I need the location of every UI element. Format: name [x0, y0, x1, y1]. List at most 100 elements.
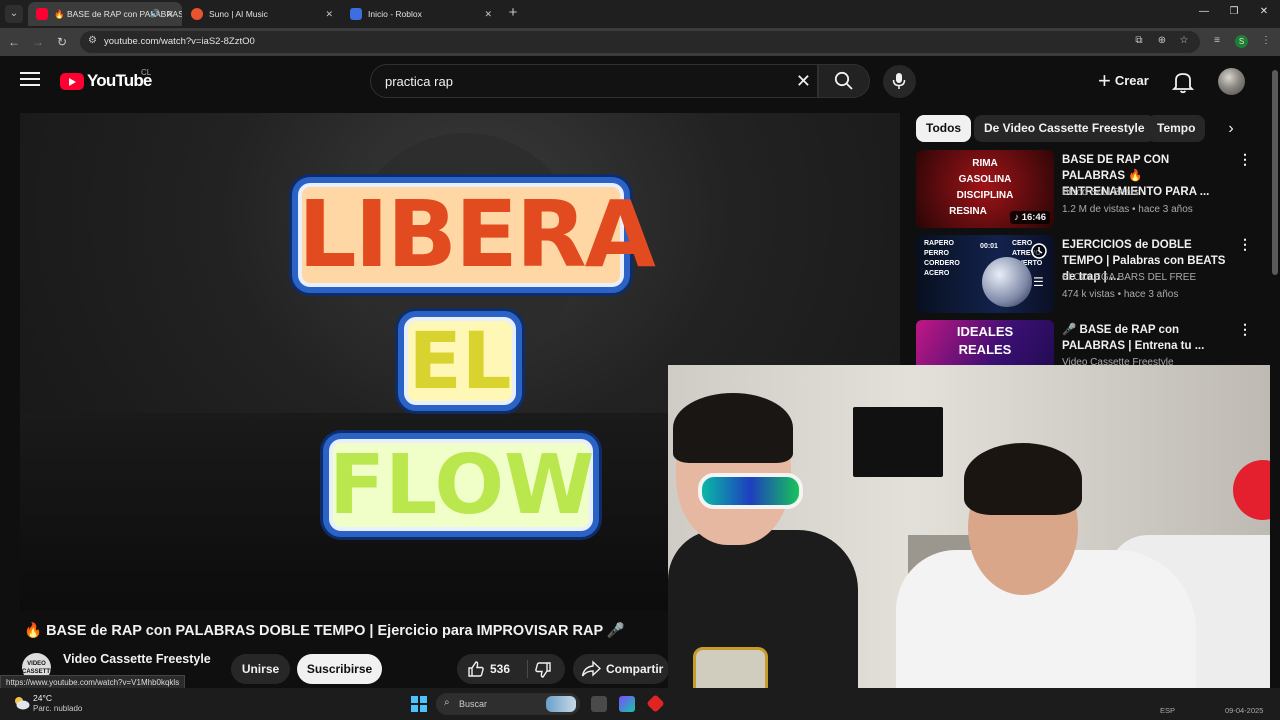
reading-list-icon[interactable]: ≡	[1210, 35, 1224, 46]
share-arrow-icon	[581, 660, 601, 677]
taskbar-date[interactable]: 09-04-2025	[1225, 706, 1263, 715]
share-button[interactable]: Compartir	[573, 654, 669, 684]
task-view-icon[interactable]	[591, 696, 607, 712]
thumb-word: DISCIPLINA	[956, 190, 1014, 201]
kebab-menu-icon[interactable]: ⋮	[1259, 35, 1273, 46]
app-red-icon[interactable]	[646, 694, 665, 713]
notifications-bell-icon[interactable]	[1172, 70, 1194, 94]
webcam-person-center-hair	[964, 443, 1082, 515]
suggestion-thumbnail[interactable]: IDEALES REALES	[916, 320, 1054, 365]
taskbar-search-label: Buscar	[459, 699, 488, 709]
search-highlight-icon	[546, 696, 576, 712]
thumbnail-word-flow: FLOW	[323, 433, 599, 537]
search-icon: ⌕	[444, 697, 450, 708]
search-button[interactable]	[818, 64, 870, 98]
more-actions-icon[interactable]: ⋮	[1238, 152, 1252, 166]
speaker-icon[interactable]: 🔊	[150, 2, 160, 26]
plus-icon: +	[1098, 68, 1111, 93]
watch-later-clock-icon[interactable]	[1030, 242, 1048, 260]
suggestion-thumbnail[interactable]: RIMA GASOLINA DISCIPLINA RESINA ♪ 16:46	[916, 150, 1054, 228]
search-query[interactable]: practica rap	[385, 65, 453, 99]
create-label: Crear	[1114, 73, 1149, 88]
copilot-icon[interactable]	[619, 696, 635, 712]
webcam-sunglasses	[698, 473, 803, 509]
like-count: 536	[490, 662, 511, 676]
thumbs-down-icon[interactable]	[534, 661, 552, 679]
thumb-word: RAPERO PERRO CORDERO ACERO	[924, 240, 960, 277]
video-title: 🔥 BASE de RAP con PALABRAS DOBLE TEMPO |…	[24, 623, 625, 639]
chip-channel[interactable]: De Video Cassette Freestyle	[974, 115, 1155, 142]
zoom-icon[interactable]: ⊕	[1155, 35, 1169, 46]
thumb-word: GASOLINA	[958, 174, 1012, 185]
bookmark-star-icon[interactable]: ☆	[1177, 35, 1191, 46]
profile-avatar[interactable]: S	[1235, 35, 1248, 48]
weather-cloud-icon[interactable]	[12, 695, 30, 711]
like-separator	[527, 660, 528, 678]
browser-tab-strip: ⌄ 🔥 BASE de RAP con PALABRAS 🔊 ✕ Suno | …	[0, 0, 1280, 28]
webcam-tv	[853, 407, 943, 477]
weather-description[interactable]: Parc. nublado	[33, 704, 82, 713]
tab-title: Suno | AI Music	[209, 9, 268, 19]
site-info-icon[interactable]: ⚙	[88, 35, 97, 46]
account-avatar[interactable]	[1218, 68, 1245, 95]
hamburger-menu-icon[interactable]	[20, 72, 40, 88]
youtube-play-logo-icon	[60, 73, 84, 90]
new-tab-button[interactable]: +	[504, 4, 522, 22]
more-actions-icon[interactable]: ⋮	[1238, 237, 1252, 251]
tab-youtube[interactable]: 🔥 BASE de RAP con PALABRAS 🔊 ✕	[28, 2, 182, 26]
tab-suno[interactable]: Suno | AI Music ✕	[183, 2, 341, 26]
suggestion-item[interactable]: RIMA GASOLINA DISCIPLINA RESINA ♪ 16:46 …	[916, 150, 1256, 230]
country-code: CL	[141, 68, 152, 77]
like-dislike-bar: 536	[457, 654, 565, 684]
reload-icon[interactable]: ↻	[53, 33, 71, 51]
thumbs-up-icon[interactable]	[467, 660, 485, 678]
minimize-icon[interactable]: —	[1196, 6, 1212, 17]
webcam-overlay	[668, 365, 1280, 710]
chip-todos[interactable]: Todos	[916, 115, 972, 142]
suno-favicon-icon	[191, 8, 203, 20]
page-scrollbar[interactable]	[1270, 58, 1280, 688]
suggestion-thumbnail[interactable]: RAPERO PERRO CORDERO ACERO CERO ATREVO M…	[916, 235, 1054, 313]
input-language[interactable]: ESP	[1160, 706, 1175, 715]
suggestion-item[interactable]: RAPERO PERRO CORDERO ACERO CERO ATREVO M…	[916, 235, 1256, 315]
scrollbar-thumb[interactable]	[1272, 70, 1278, 275]
url-text[interactable]: youtube.com/watch?v=iaS2-8ZztO0	[104, 31, 255, 53]
microphone-icon	[892, 73, 906, 89]
voice-search-button[interactable]	[883, 65, 916, 98]
weather-temperature[interactable]: 24°C	[33, 693, 52, 703]
cast-icon[interactable]: ⧉	[1132, 35, 1146, 46]
suggestion-item[interactable]: IDEALES REALES 🎤 BASE de RAP con PALABRA…	[916, 320, 1256, 365]
taskbar-search[interactable]: ⌕ Buscar	[436, 693, 580, 715]
tab-search-button[interactable]: ⌄	[5, 5, 23, 23]
suggestion-meta: 474 k vistas • hace 3 años	[1062, 289, 1179, 300]
chevron-right-icon[interactable]: ›	[1220, 118, 1242, 140]
duration-badge: ♪ 16:46	[1010, 211, 1050, 224]
search-input[interactable]: practica rap ✕	[370, 64, 818, 98]
close-tab-icon[interactable]: ✕	[166, 2, 174, 26]
add-to-queue-icon[interactable]: ☰	[1033, 275, 1044, 289]
tab-roblox[interactable]: Inicio - Roblox ✕	[342, 2, 500, 26]
more-actions-icon[interactable]: ⋮	[1238, 322, 1252, 336]
window-close-icon[interactable]: ✕	[1256, 6, 1272, 17]
windows-start-icon[interactable]	[411, 696, 427, 712]
chip-tempo[interactable]: Tempo	[1147, 115, 1206, 142]
address-bar[interactable]: ⚙ youtube.com/watch?v=iaS2-8ZztO0 ⧉ ⊕ ☆	[80, 31, 1200, 53]
thumb-timer: 00:01	[980, 243, 998, 250]
clear-search-icon[interactable]: ✕	[796, 65, 811, 97]
close-tab-icon[interactable]: ✕	[325, 2, 333, 26]
forward-icon[interactable]: →	[29, 33, 47, 51]
suggestion-title[interactable]: 🎤 BASE de RAP con PALABRAS | Entrena tu …	[1062, 322, 1230, 354]
subscribe-button[interactable]: Suscribirse	[297, 654, 382, 684]
create-button[interactable]: + Crear	[1086, 64, 1161, 98]
search-icon	[834, 71, 853, 90]
status-link-preview: https://www.youtube.com/watch?v=V1Mhb0kq…	[0, 675, 186, 689]
suggestion-channel[interactable]: Video Cassette Freestyle	[1062, 357, 1174, 365]
suggestion-channel[interactable]: El COLEGA BARS DEL FREE	[1062, 272, 1196, 283]
thumbnail-word-el: EL	[398, 311, 522, 411]
join-button[interactable]: Unirse	[231, 654, 290, 684]
close-tab-icon[interactable]: ✕	[484, 2, 492, 26]
channel-name[interactable]: Video Cassette Freestyle	[63, 652, 211, 666]
restore-icon[interactable]: ❐	[1226, 6, 1242, 17]
back-icon[interactable]: ←	[5, 33, 23, 51]
suggestion-channel[interactable]: Blood Soul Beats	[1062, 187, 1139, 198]
